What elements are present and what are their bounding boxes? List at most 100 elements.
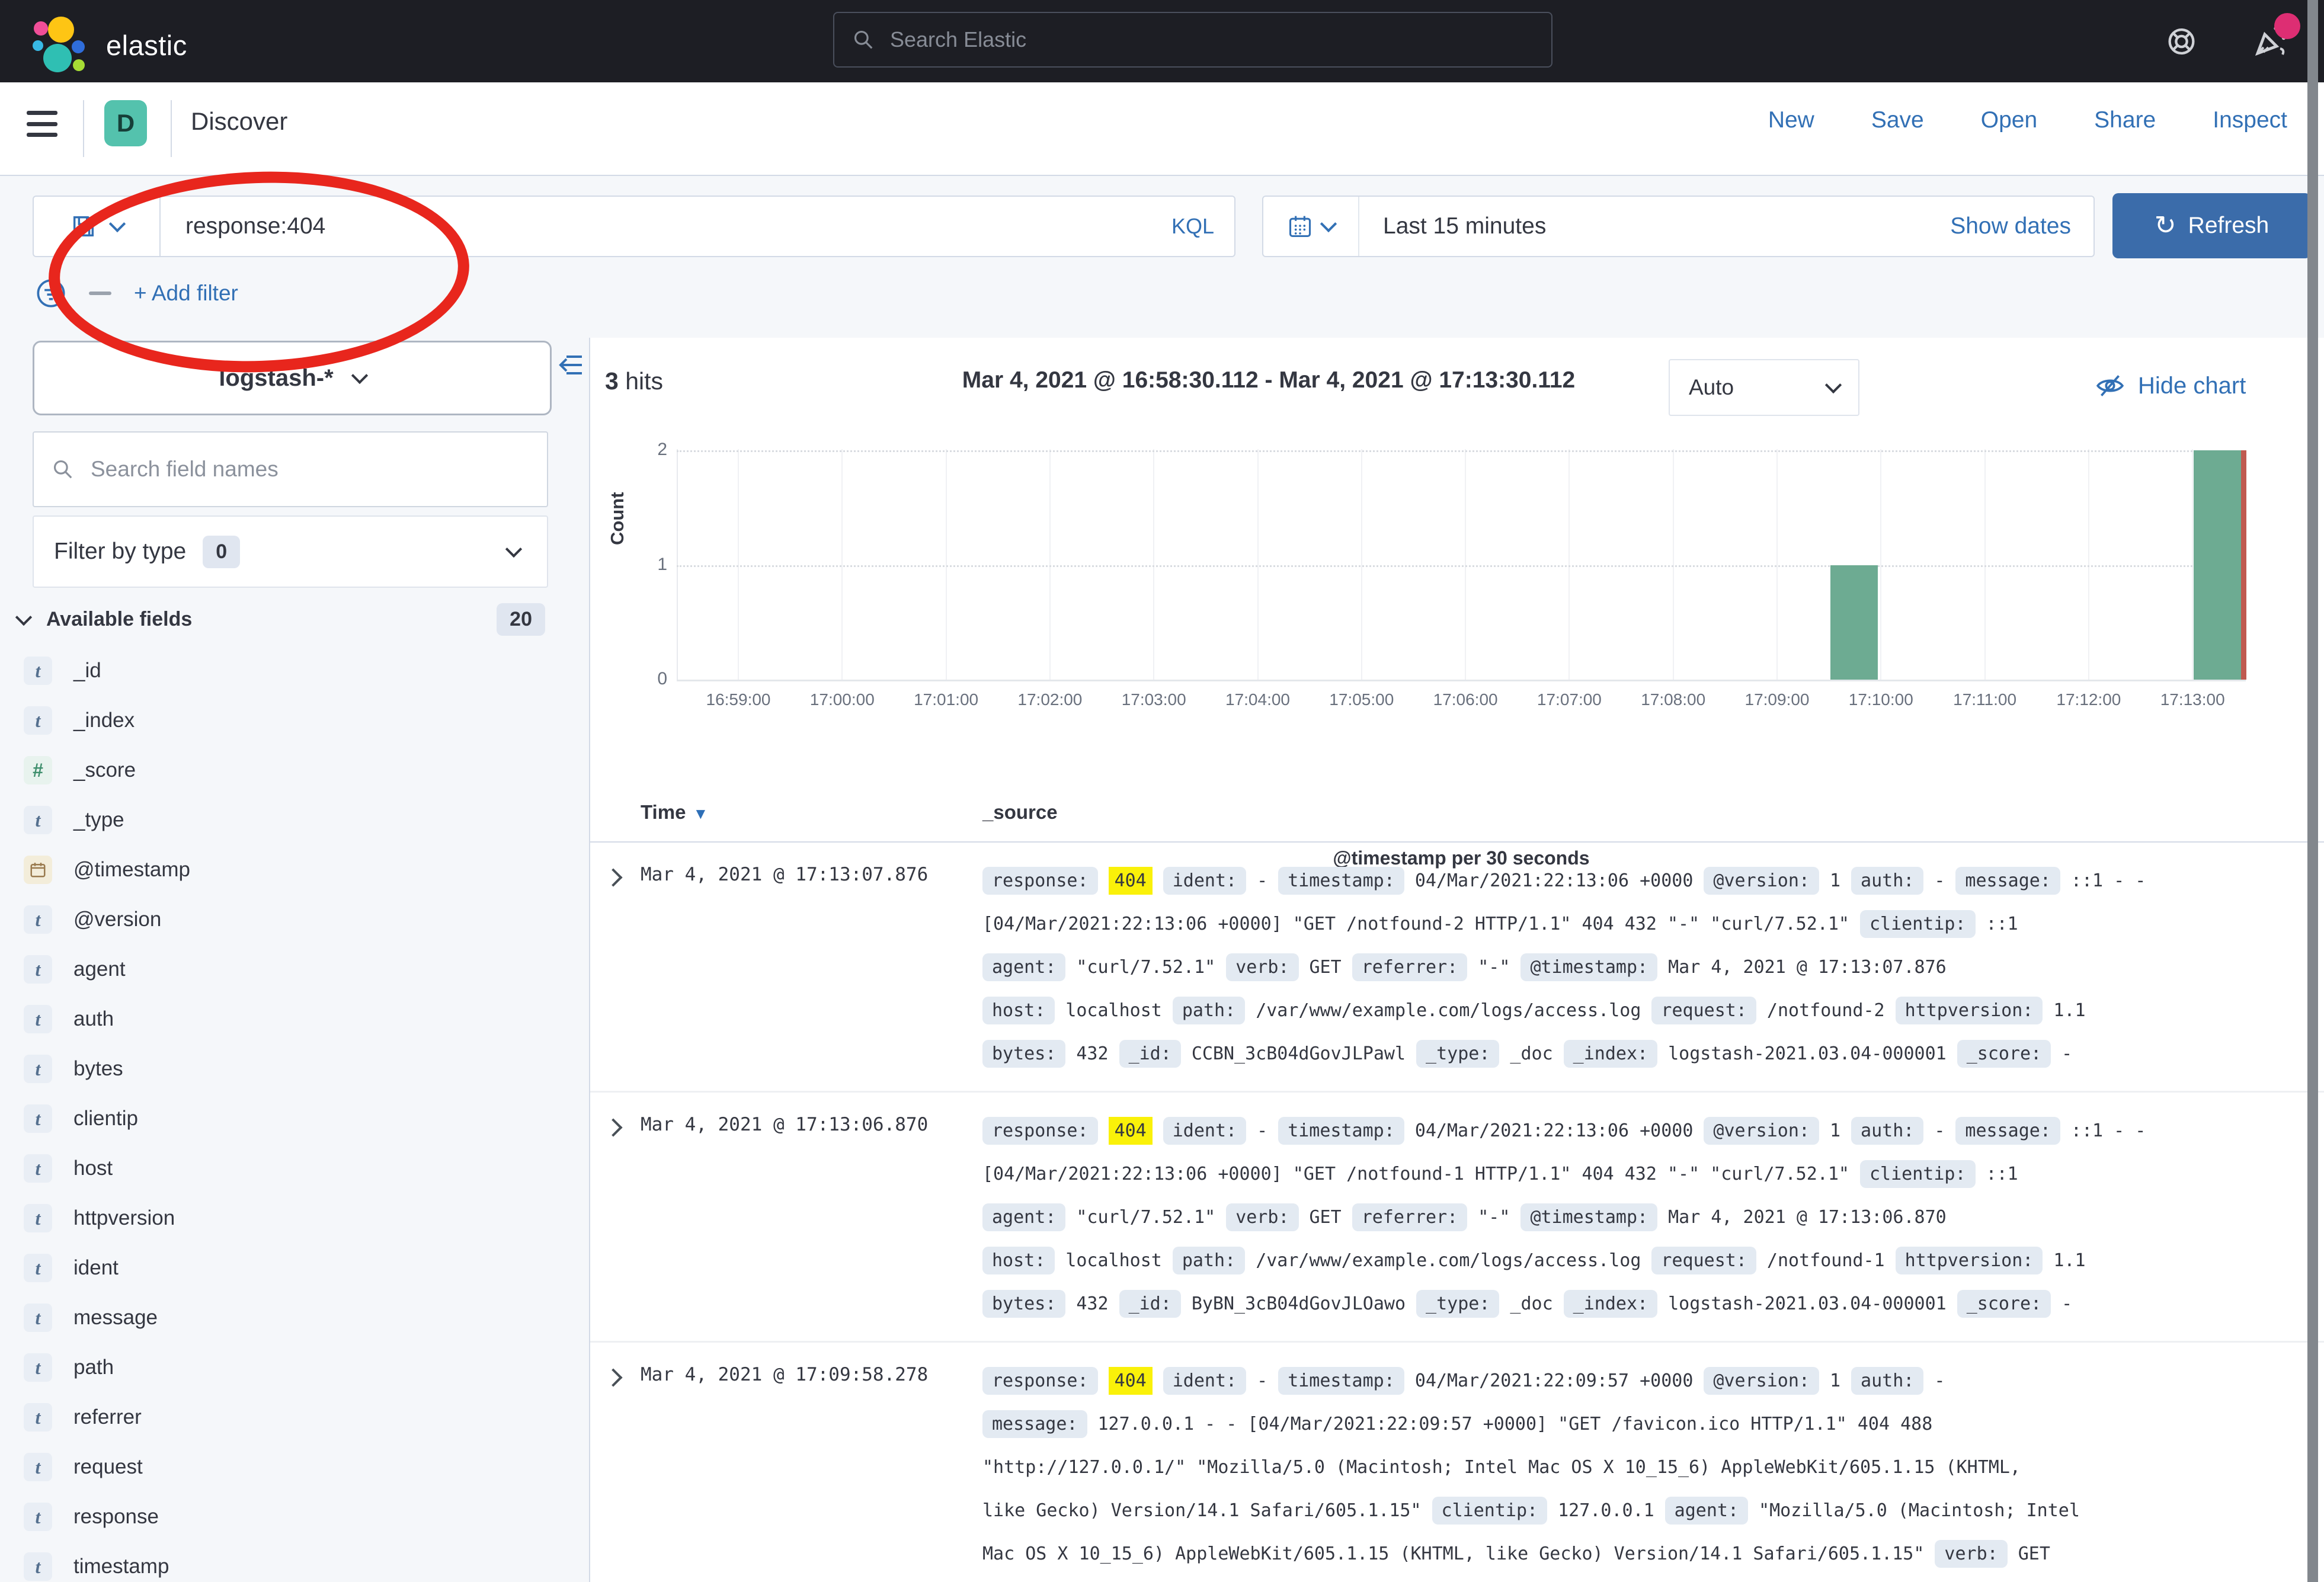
field-type-string-icon: t bbox=[24, 1503, 52, 1531]
field-item-bytes[interactable]: tbytes bbox=[24, 1044, 569, 1094]
field-value: "Mozilla/5.0 (Macintosh; Intel bbox=[1759, 1500, 2080, 1521]
global-search-placeholder: Search Elastic bbox=[890, 27, 1026, 52]
field-value: logstash-2021.03.04-000001 bbox=[1668, 1293, 1947, 1314]
show-dates-button[interactable]: Show dates bbox=[1950, 213, 2093, 239]
highlighted-value: 404 bbox=[1109, 1367, 1153, 1395]
filter-by-type-dropdown[interactable]: Filter by type 0 bbox=[33, 515, 548, 588]
field-value: - bbox=[1257, 1370, 1267, 1391]
field-item-host[interactable]: thost bbox=[24, 1144, 569, 1193]
refresh-button[interactable]: ↻ Refresh bbox=[2112, 193, 2311, 258]
field-name-chip: @timestamp: bbox=[1520, 953, 1657, 981]
field-name-chip: path: bbox=[1173, 997, 1245, 1024]
x-gridline bbox=[1049, 449, 1051, 680]
open-button[interactable]: Open bbox=[1981, 107, 2037, 133]
query-language-button[interactable]: KQL bbox=[1171, 214, 1234, 239]
field-search-input[interactable]: Search field names bbox=[33, 431, 548, 507]
field-value: /notfound-2 bbox=[1767, 1000, 1885, 1021]
field-name-chip: _id: bbox=[1119, 1040, 1181, 1068]
field-item-ident[interactable]: tident bbox=[24, 1243, 569, 1293]
index-pattern-selector[interactable]: logstash-* bbox=[33, 341, 552, 415]
expand-row-icon[interactable] bbox=[604, 1118, 622, 1136]
field-item-clientip[interactable]: tclientip bbox=[24, 1094, 569, 1144]
available-fields-header[interactable]: Available fields 20 bbox=[18, 603, 569, 636]
column-header-time[interactable]: Time▼ bbox=[641, 801, 708, 824]
interval-select[interactable]: Auto bbox=[1669, 359, 1859, 416]
documents-table: Time▼ _source Mar 4, 2021 @ 17:13:07.876… bbox=[590, 794, 2324, 1582]
field-name: host bbox=[73, 1157, 113, 1180]
newsfeed-icon[interactable] bbox=[2251, 23, 2288, 60]
add-filter-button[interactable]: + Add filter bbox=[134, 281, 238, 306]
search-icon bbox=[852, 28, 875, 51]
interval-value: Auto bbox=[1689, 375, 1734, 400]
inspect-button[interactable]: Inspect bbox=[2213, 107, 2287, 133]
field-value: localhost bbox=[1065, 1250, 1162, 1271]
column-header-source[interactable]: _source bbox=[982, 801, 1058, 824]
y-tick-label: 1 bbox=[641, 555, 667, 575]
x-gridline bbox=[841, 449, 843, 680]
elastic-logo[interactable]: elastic bbox=[33, 17, 187, 73]
hits-count: 3 hits bbox=[605, 367, 663, 395]
refresh-label: Refresh bbox=[2188, 213, 2269, 239]
page-title: Discover bbox=[191, 107, 287, 136]
row-time: Mar 4, 2021 @ 17:09:58.278 bbox=[641, 1364, 928, 1385]
share-button[interactable]: Share bbox=[2094, 107, 2156, 133]
field-item-timestamp[interactable]: ttimestamp bbox=[24, 1542, 569, 1582]
field-item-@timestamp[interactable]: @timestamp bbox=[24, 845, 569, 895]
chevron-down-icon bbox=[109, 216, 126, 232]
expand-row-icon[interactable] bbox=[604, 868, 622, 886]
help-icon[interactable] bbox=[2166, 23, 2197, 60]
field-value: ::1 - - bbox=[2071, 870, 2146, 891]
field-value: 1 bbox=[1830, 1370, 1840, 1391]
field-item-_type[interactable]: t_type bbox=[24, 795, 569, 845]
field-item-_index[interactable]: t_index bbox=[24, 696, 569, 745]
field-item-response[interactable]: tresponse bbox=[24, 1492, 569, 1542]
sort-desc-icon[interactable]: ▼ bbox=[693, 805, 708, 822]
field-name-chip: message: bbox=[1955, 1117, 2060, 1145]
field-value: _doc bbox=[1510, 1043, 1552, 1064]
collapse-sidebar-icon[interactable] bbox=[557, 351, 585, 379]
field-item-auth[interactable]: tauth bbox=[24, 994, 569, 1044]
filter-icon[interactable] bbox=[36, 278, 66, 309]
y-gridline bbox=[677, 565, 2246, 567]
query-input[interactable]: response:404 bbox=[161, 213, 1171, 239]
field-item-@version[interactable]: t@version bbox=[24, 895, 569, 944]
field-type-string-icon: t bbox=[24, 1204, 52, 1232]
x-tick-label: 17:11:00 bbox=[1935, 690, 2035, 709]
menu-icon[interactable] bbox=[27, 111, 57, 137]
field-value: - bbox=[1257, 870, 1267, 891]
field-item-agent[interactable]: tagent bbox=[24, 944, 569, 994]
chevron-down-icon bbox=[1320, 216, 1337, 232]
x-tick-label: 17:09:00 bbox=[1727, 690, 1827, 709]
field-value: "curl/7.52.1" bbox=[1076, 1207, 1215, 1228]
field-item-_id[interactable]: t_id bbox=[24, 646, 569, 696]
x-tick-label: 16:59:00 bbox=[688, 690, 789, 709]
field-name-chip: bytes: bbox=[982, 1040, 1065, 1068]
histogram-bar-17:13:00[interactable] bbox=[2194, 450, 2241, 680]
field-name-chip: @timestamp: bbox=[1520, 1203, 1657, 1231]
eye-slash-icon bbox=[2095, 371, 2125, 401]
field-item-_score[interactable]: #_score bbox=[24, 745, 569, 795]
histogram-chart[interactable]: Count 16:59:0017:00:0017:01:0017:02:0017… bbox=[590, 438, 2324, 818]
field-type-string-icon: t bbox=[24, 1154, 52, 1183]
global-search-input[interactable]: Search Elastic bbox=[833, 12, 1552, 68]
field-item-path[interactable]: tpath bbox=[24, 1343, 569, 1392]
field-value: - bbox=[2061, 1293, 2072, 1314]
saved-query-menu[interactable] bbox=[34, 197, 161, 256]
x-gridline bbox=[1880, 449, 1881, 680]
new-button[interactable]: New bbox=[1768, 107, 1814, 133]
field-item-referrer[interactable]: treferrer bbox=[24, 1392, 569, 1442]
time-range-value[interactable]: Last 15 minutes bbox=[1359, 213, 1950, 239]
date-quick-menu[interactable] bbox=[1263, 197, 1359, 256]
expand-row-icon[interactable] bbox=[604, 1368, 622, 1386]
field-name-chip: clientip: bbox=[1860, 1160, 1976, 1188]
save-button[interactable]: Save bbox=[1871, 107, 1924, 133]
field-item-message[interactable]: tmessage bbox=[24, 1293, 569, 1343]
chart-plot-area: 16:59:0017:00:0017:01:0017:02:0017:03:00… bbox=[677, 449, 2246, 680]
discover-app-badge[interactable]: D bbox=[104, 100, 147, 146]
field-item-request[interactable]: trequest bbox=[24, 1442, 569, 1492]
hide-chart-button[interactable]: Hide chart bbox=[2095, 371, 2246, 401]
histogram-bar-17:09:30[interactable] bbox=[1830, 565, 1878, 680]
field-item-httpversion[interactable]: thttpversion bbox=[24, 1193, 569, 1243]
row-source: response:404ident:-timestamp:04/Mar/2021… bbox=[982, 1359, 2304, 1575]
scrollbar[interactable] bbox=[2307, 0, 2318, 1582]
